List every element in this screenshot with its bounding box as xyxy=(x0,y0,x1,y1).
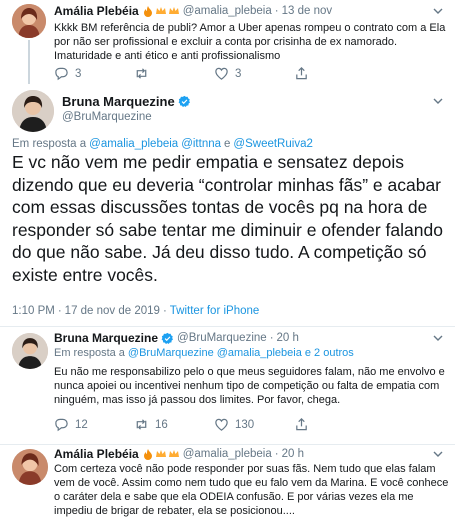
author-handle[interactable]: @amalia_plebeia xyxy=(183,5,272,17)
chevron-down-icon[interactable] xyxy=(433,6,443,16)
tweet-bruna-reply[interactable]: Bruna Marquezine @BruMarquezine · 20 h E… xyxy=(0,327,455,447)
avatar[interactable] xyxy=(12,333,48,369)
mention-link[interactable]: @BruMarquezine xyxy=(128,347,214,359)
avatar[interactable] xyxy=(12,449,48,485)
tweet-time[interactable]: 20 h xyxy=(282,448,304,460)
like-count: 130 xyxy=(235,418,255,431)
tweet-date[interactable]: 17 de nov de 2019 xyxy=(65,305,160,317)
tweet-text: Com certeza você não pode responder por … xyxy=(54,463,449,517)
reply-icon xyxy=(55,67,68,81)
tweet-time[interactable]: 1:10 PM xyxy=(12,305,55,317)
reply-count: 3 xyxy=(75,67,82,80)
reply-icon xyxy=(55,418,68,432)
like-button[interactable]: 3 xyxy=(214,66,294,81)
heart-icon xyxy=(215,418,228,431)
verified-badge-icon xyxy=(161,332,174,345)
tweet-time[interactable]: 20 h xyxy=(277,332,299,344)
tweet-amalia-2[interactable]: Amália Plebéia @amalia_plebeia · 20 h Co… xyxy=(0,445,455,527)
like-count: 3 xyxy=(235,67,242,80)
author-name[interactable]: Amália Plebéia xyxy=(54,4,139,18)
retweet-button[interactable] xyxy=(134,66,214,81)
heart-icon xyxy=(215,67,228,80)
chevron-down-icon[interactable] xyxy=(433,96,443,106)
mention-link[interactable]: @amalia_plebeia xyxy=(217,347,302,359)
retweet-count: 16 xyxy=(155,418,168,431)
chevron-down-icon[interactable] xyxy=(433,449,443,459)
reply-context-label: Em resposta a xyxy=(12,138,87,150)
fire-crown-emoji-icons xyxy=(142,448,180,460)
author-name[interactable]: Bruna Marquezine xyxy=(62,94,175,109)
retweet-icon xyxy=(136,419,147,430)
share-button[interactable] xyxy=(294,66,374,81)
tweet-text: Eu não me responsabilizo pelo o que meus… xyxy=(54,366,445,406)
share-icon xyxy=(296,67,307,80)
chevron-down-icon[interactable] xyxy=(433,333,443,343)
tweet-time[interactable]: 13 de nov xyxy=(282,5,333,17)
main-tweet-text: E vc não vem me pedir empatia e sensatez… xyxy=(12,152,443,285)
share-icon xyxy=(296,418,307,431)
author-handle[interactable]: @BruMarquezine xyxy=(62,111,152,123)
thread-connector xyxy=(28,40,30,84)
author-name[interactable]: Bruna Marquezine xyxy=(54,331,158,345)
mention-link[interactable]: @SweetRuiva2 xyxy=(233,138,312,150)
avatar[interactable] xyxy=(12,4,46,38)
mention-link[interactable]: @ittnna xyxy=(181,138,221,150)
tweet-source[interactable]: Twitter for iPhone xyxy=(170,305,259,317)
reply-button[interactable]: 12 xyxy=(54,417,134,432)
author-name[interactable]: Amália Plebéia xyxy=(54,447,139,461)
tweet-text: Kkkk BM referência de publi? Amor a Uber… xyxy=(54,22,446,62)
reply-button[interactable]: 3 xyxy=(54,66,134,81)
share-button[interactable] xyxy=(294,417,374,432)
tweet-amalia-1[interactable]: Amália Plebéia @amalia_plebeia · 13 de n… xyxy=(0,0,455,84)
retweet-icon xyxy=(136,68,147,79)
fire-crown-emoji-icons xyxy=(142,5,180,17)
author-handle[interactable]: @amalia_plebeia xyxy=(183,448,272,460)
reply-count: 12 xyxy=(75,418,88,431)
retweet-button[interactable]: 16 xyxy=(134,417,214,432)
verified-badge-icon xyxy=(178,95,191,108)
avatar[interactable] xyxy=(12,90,54,132)
like-button[interactable]: 130 xyxy=(214,417,294,432)
mention-link[interactable]: @amalia_plebeia xyxy=(89,138,178,150)
reply-context-label: Em resposta a xyxy=(54,347,125,359)
author-handle[interactable]: @BruMarquezine xyxy=(177,332,267,344)
others-link[interactable]: e 2 outros xyxy=(305,347,354,359)
